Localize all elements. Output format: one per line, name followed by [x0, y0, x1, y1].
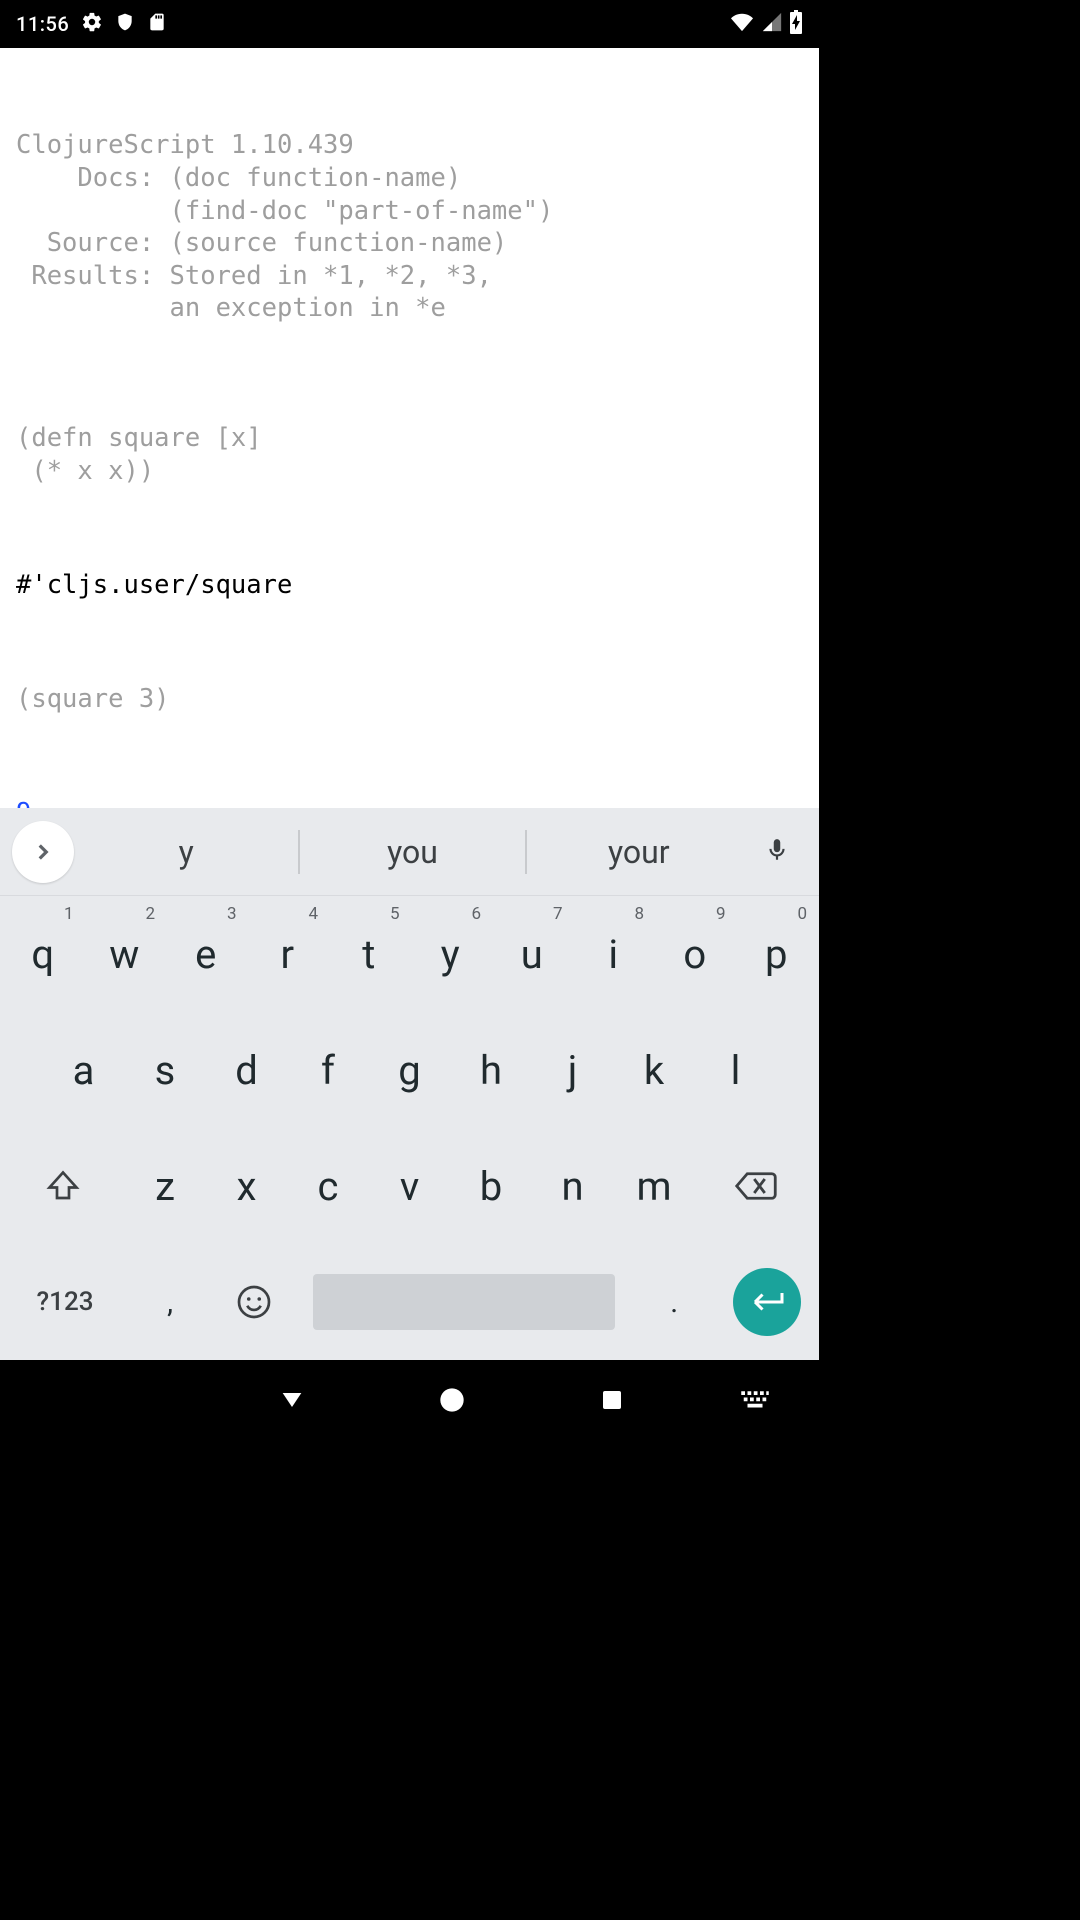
settings-icon	[81, 11, 103, 38]
key-p[interactable]: p0	[736, 896, 818, 1012]
app-body: ClojureScript 1.10.439 Docs: (doc functi…	[0, 48, 819, 1360]
key-f[interactable]: f	[287, 1012, 369, 1128]
key-e[interactable]: e3	[165, 896, 247, 1012]
space-key[interactable]	[296, 1244, 632, 1360]
key-r[interactable]: r4	[247, 896, 329, 1012]
keyboard-suggestion-bar: y you your	[0, 808, 819, 896]
repl-history-result: 9	[16, 797, 803, 809]
key-c[interactable]: c	[287, 1128, 369, 1244]
mic-icon[interactable]	[751, 833, 803, 871]
keyboard-suggestion[interactable]: y	[74, 830, 298, 874]
key-x[interactable]: x	[206, 1128, 288, 1244]
keyboard: y you your q1w2e3r4t5y6u7i8o9p0 asdfghjk…	[0, 808, 819, 1360]
key-q[interactable]: q1	[2, 896, 84, 1012]
key-k[interactable]: k	[613, 1012, 695, 1128]
key-o[interactable]: o9	[654, 896, 736, 1012]
symbols-key[interactable]: ?123	[2, 1244, 128, 1360]
emoji-key[interactable]	[212, 1244, 296, 1360]
sd-card-icon	[147, 11, 167, 38]
key-z[interactable]: z	[124, 1128, 206, 1244]
nav-ime-icon[interactable]	[692, 1389, 819, 1411]
nav-recent-icon[interactable]	[532, 1388, 692, 1412]
period-key[interactable]: .	[632, 1244, 716, 1360]
comma-key[interactable]: ,	[128, 1244, 212, 1360]
key-b[interactable]: b	[450, 1128, 532, 1244]
navigation-bar	[0, 1360, 819, 1440]
keyboard-row: asdfghjkl	[2, 1012, 817, 1128]
status-time: 11:56	[16, 12, 69, 36]
key-v[interactable]: v	[369, 1128, 451, 1244]
cell-signal-icon	[761, 11, 783, 38]
keyboard-suggestion[interactable]: your	[527, 830, 751, 874]
repl-banner: ClojureScript 1.10.439 Docs: (doc functi…	[16, 129, 803, 325]
key-a[interactable]: a	[43, 1012, 125, 1128]
key-l[interactable]: l	[695, 1012, 777, 1128]
keyboard-row: zxcvbnm	[2, 1128, 817, 1244]
wifi-icon	[729, 11, 755, 38]
keyboard-suggestion[interactable]: you	[298, 830, 526, 874]
repl-output-area[interactable]: ClojureScript 1.10.439 Docs: (doc functi…	[0, 48, 819, 808]
key-u[interactable]: u7	[491, 896, 573, 1012]
key-w[interactable]: w2	[84, 896, 166, 1012]
shift-key[interactable]	[2, 1128, 124, 1244]
key-h[interactable]: h	[450, 1012, 532, 1128]
backspace-key[interactable]	[695, 1128, 817, 1244]
repl-history-input: (square 3)	[16, 683, 803, 716]
key-d[interactable]: d	[206, 1012, 288, 1128]
enter-key[interactable]	[716, 1244, 817, 1360]
key-s[interactable]: s	[124, 1012, 206, 1128]
key-m[interactable]: m	[613, 1128, 695, 1244]
repl-history-input: (defn square [x] (* x x))	[16, 422, 803, 487]
key-t[interactable]: t5	[328, 896, 410, 1012]
key-n[interactable]: n	[532, 1128, 614, 1244]
key-j[interactable]: j	[532, 1012, 614, 1128]
key-y[interactable]: y6	[410, 896, 492, 1012]
nav-home-icon[interactable]	[372, 1386, 532, 1414]
key-g[interactable]: g	[369, 1012, 451, 1128]
keyboard-row: q1w2e3r4t5y6u7i8o9p0	[2, 896, 817, 1012]
key-i[interactable]: i8	[573, 896, 655, 1012]
keyboard-expand-icon[interactable]	[12, 821, 74, 883]
status-bar: 11:56	[0, 0, 819, 48]
battery-charging-icon	[789, 10, 803, 39]
nav-back-icon[interactable]	[212, 1386, 372, 1414]
shield-icon	[115, 11, 135, 38]
repl-history-output: #'cljs.user/square	[16, 569, 803, 602]
keyboard-row: ?123 , .	[2, 1244, 817, 1360]
